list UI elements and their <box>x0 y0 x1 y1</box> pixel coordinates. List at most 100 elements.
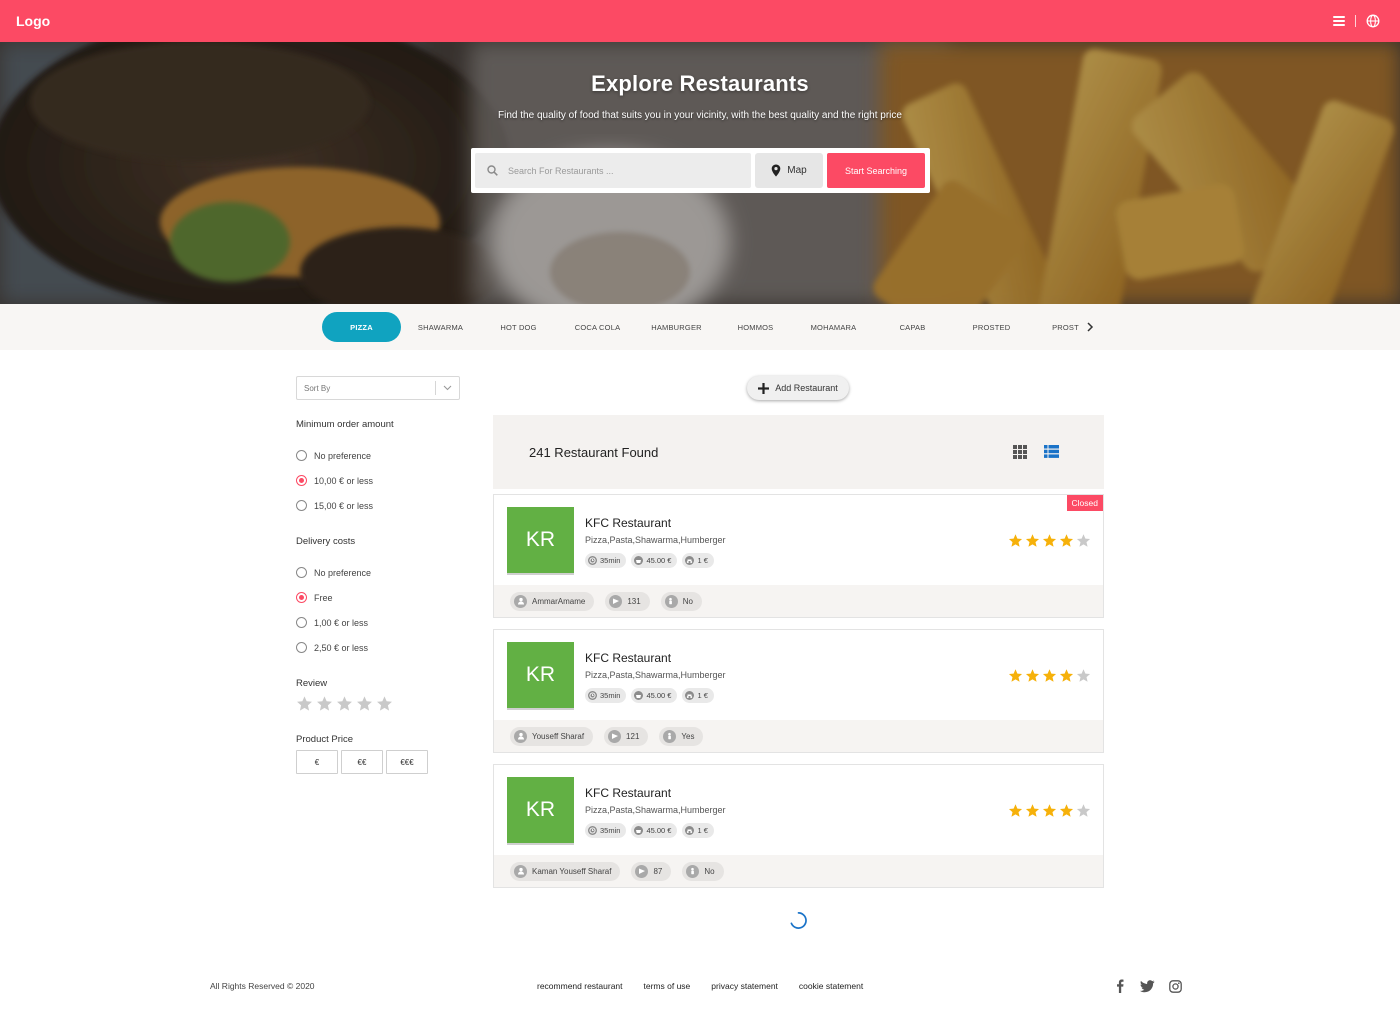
star-icon[interactable] <box>376 695 393 712</box>
delivery-cost-chip: 1 € <box>682 553 714 568</box>
price-option-button[interactable]: € <box>296 750 338 774</box>
restaurant-info-chips: 35min 45.00 € 1 € <box>585 823 714 838</box>
radio-button[interactable] <box>296 567 307 578</box>
delivery-option[interactable]: 1,00 € or less <box>296 610 466 635</box>
min-order-filter: Minimum order amount No preference 10,00… <box>296 419 466 518</box>
list-view-icon[interactable] <box>1044 445 1059 458</box>
category-capab[interactable]: CAPAB <box>873 312 952 342</box>
star-icon <box>1042 804 1057 817</box>
delivery-option[interactable]: No preference <box>296 560 466 585</box>
radio-button[interactable] <box>296 450 307 461</box>
min-order-option[interactable]: No preference <box>296 443 466 468</box>
radio-button[interactable] <box>296 642 307 653</box>
hero-subtitle: Find the quality of food that suits you … <box>498 110 902 121</box>
rating-stars <box>1008 803 1091 818</box>
reviews-count: 87 <box>653 866 663 876</box>
footer-links: recommend restaurant terms of use privac… <box>537 981 863 991</box>
globe-icon[interactable] <box>1366 14 1380 28</box>
star-icon[interactable] <box>296 695 313 712</box>
add-restaurant-label: Add Restaurant <box>775 383 838 393</box>
star-icon <box>1042 669 1057 682</box>
radio-button[interactable] <box>296 592 307 603</box>
restaurant-cuisine: Pizza,Pasta,Shawarma,Humberger <box>585 805 726 815</box>
delivery-time: 35min <box>600 556 621 565</box>
delivery-flag: No <box>704 866 715 876</box>
min-order-value: 45.00 € <box>646 556 672 565</box>
restaurant-card[interactable]: Closed KR KFC Restaurant Pizza,Pasta,Sha… <box>493 494 1104 618</box>
category-bar: PIZZA SHAWARMA HOT DOG COCA COLA HAMBURG… <box>0 304 1400 350</box>
facebook-icon[interactable] <box>1114 979 1126 993</box>
restaurant-info-chips: 35min 45.00 € 1 € <box>585 688 714 703</box>
owner-name: Kaman Youseff Sharaf <box>532 866 612 876</box>
category-hot-dog[interactable]: HOT DOG <box>479 312 558 342</box>
delivery-time: 35min <box>600 826 621 835</box>
min-order-chip: 45.00 € <box>631 688 678 703</box>
review-filter: Review <box>296 678 466 712</box>
map-button-label: Map <box>787 165 807 176</box>
sort-by-label: Sort By <box>304 383 331 393</box>
category-prosted[interactable]: PROSTED <box>952 312 1031 342</box>
category-pizza[interactable]: PIZZA <box>322 312 401 342</box>
delivery-flag: No <box>682 596 693 606</box>
restaurant-name[interactable]: KFC Restaurant <box>585 651 671 665</box>
search-icon <box>487 165 498 176</box>
sort-by-dropdown[interactable]: Sort By <box>296 376 460 400</box>
restaurant-card[interactable]: KR KFC Restaurant Pizza,Pasta,Shawarma,H… <box>493 629 1104 753</box>
delivery-cost-value: 1 € <box>697 691 708 700</box>
clock-icon <box>588 826 597 835</box>
radio-button[interactable] <box>296 500 307 511</box>
footer-link-terms[interactable]: terms of use <box>644 981 691 991</box>
restaurant-name[interactable]: KFC Restaurant <box>585 786 671 800</box>
logo[interactable]: Logo <box>16 13 50 29</box>
min-order-option[interactable]: 15,00 € or less <box>296 493 466 518</box>
delivery-option[interactable]: Free <box>296 585 466 610</box>
price-option-button[interactable]: €€ <box>341 750 383 774</box>
star-icon <box>1008 804 1023 817</box>
add-restaurant-button[interactable]: Add Restaurant <box>747 376 849 400</box>
radio-label: No preference <box>314 450 372 461</box>
twitter-icon[interactable] <box>1140 979 1155 993</box>
hamburger-menu-icon[interactable] <box>1333 16 1345 26</box>
category-coca-cola[interactable]: COCA COLA <box>558 312 637 342</box>
search-input[interactable] <box>508 165 728 176</box>
grid-view-icon[interactable] <box>1013 445 1027 459</box>
star-icon <box>1059 804 1074 817</box>
delivery-flag: Yes <box>681 731 695 741</box>
star-icon[interactable] <box>316 695 333 712</box>
radio-button[interactable] <box>296 617 307 628</box>
map-button[interactable]: Map <box>755 153 823 188</box>
restaurant-card-footer: Kaman Youseff Sharaf 87 No <box>494 855 1103 887</box>
footer-link-recommend[interactable]: recommend restaurant <box>537 981 623 991</box>
pizza-slice-icon <box>609 594 623 608</box>
category-mohamara[interactable]: MOHAMARA <box>794 312 873 342</box>
category-hamburger[interactable]: HAMBURGER <box>637 312 716 342</box>
restaurant-name[interactable]: KFC Restaurant <box>585 516 671 530</box>
chevron-down-icon <box>435 381 459 395</box>
category-shawarma[interactable]: SHAWARMA <box>401 312 480 342</box>
delivery-option[interactable]: 2,50 € or less <box>296 635 466 660</box>
star-icon <box>1076 669 1091 682</box>
review-stars <box>296 695 466 712</box>
instagram-icon[interactable] <box>1169 979 1182 993</box>
star-icon <box>1076 534 1091 547</box>
basket-icon <box>634 826 644 835</box>
price-option-button[interactable]: €€€ <box>386 750 428 774</box>
chevron-right-icon[interactable] <box>1084 320 1096 334</box>
person-icon <box>664 594 678 608</box>
start-searching-button[interactable]: Start Searching <box>827 153 925 188</box>
search-field[interactable] <box>475 153 751 188</box>
star-icon[interactable] <box>336 695 353 712</box>
footer-link-cookies[interactable]: cookie statement <box>799 981 863 991</box>
restaurant-card[interactable]: KR KFC Restaurant Pizza,Pasta,Shawarma,H… <box>493 764 1104 888</box>
delivery-time-chip: 35min <box>585 553 627 568</box>
delivery-flag-chip: Yes <box>659 726 704 746</box>
radio-button[interactable] <box>296 475 307 486</box>
star-icon <box>1008 669 1023 682</box>
star-icon[interactable] <box>356 695 373 712</box>
min-order-option[interactable]: 10,00 € or less <box>296 468 466 493</box>
delivery-costs-title: Delivery costs <box>296 536 356 547</box>
restaurant-logo: KR <box>507 777 574 845</box>
category-hommos[interactable]: HOMMOS <box>716 312 795 342</box>
reviews-chip: 87 <box>631 861 672 881</box>
footer-link-privacy[interactable]: privacy statement <box>711 981 778 991</box>
